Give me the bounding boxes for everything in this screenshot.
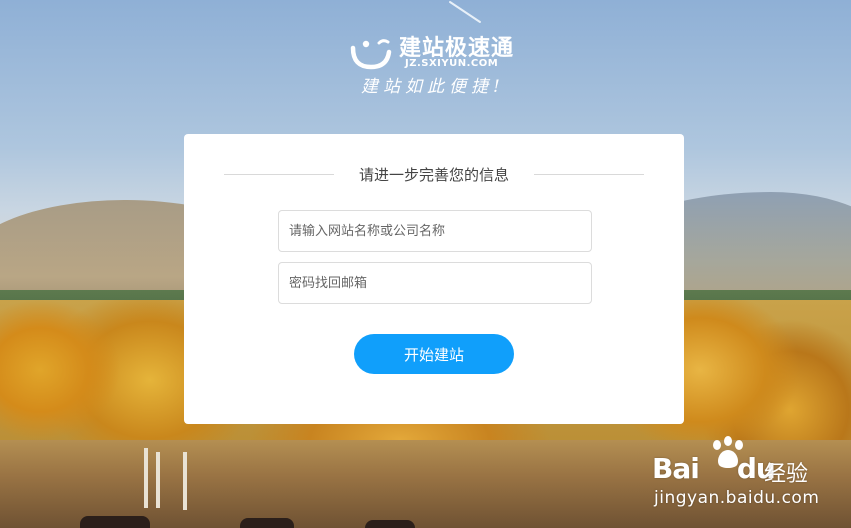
smile-logo-icon (350, 39, 392, 70)
logo: 建站极速通 JZ.SXIYUN.COM 建站如此便捷! (345, 24, 535, 104)
birch-trunk (183, 452, 187, 510)
site-name-input[interactable] (278, 210, 592, 252)
cow (365, 520, 415, 528)
baidu-brand-prefix: Bai (652, 452, 700, 485)
birch-trunk (156, 452, 160, 508)
baidu-brand: Bai du (652, 452, 776, 485)
sky-streak (449, 1, 481, 23)
setup-form-card: 请进一步完善您的信息 开始建站 (184, 134, 684, 424)
jingyan-label: 经验 (764, 462, 809, 487)
recovery-email-input[interactable] (278, 262, 592, 304)
start-building-button[interactable]: 开始建站 (354, 334, 514, 374)
cow (80, 516, 150, 528)
baidu-jingyan-watermark: Bai du 经验 jingyan.baidu.com (652, 436, 842, 516)
logo-domain: JZ.SXIYUN.COM (405, 58, 499, 69)
cow (240, 518, 294, 528)
watermark-url: jingyan.baidu.com (654, 488, 820, 508)
logo-slogan: 建站如此便捷! (361, 77, 505, 97)
birch-trunk (144, 448, 148, 508)
divider-right (534, 174, 644, 175)
card-header: 请进一步完善您的信息 (224, 164, 644, 186)
